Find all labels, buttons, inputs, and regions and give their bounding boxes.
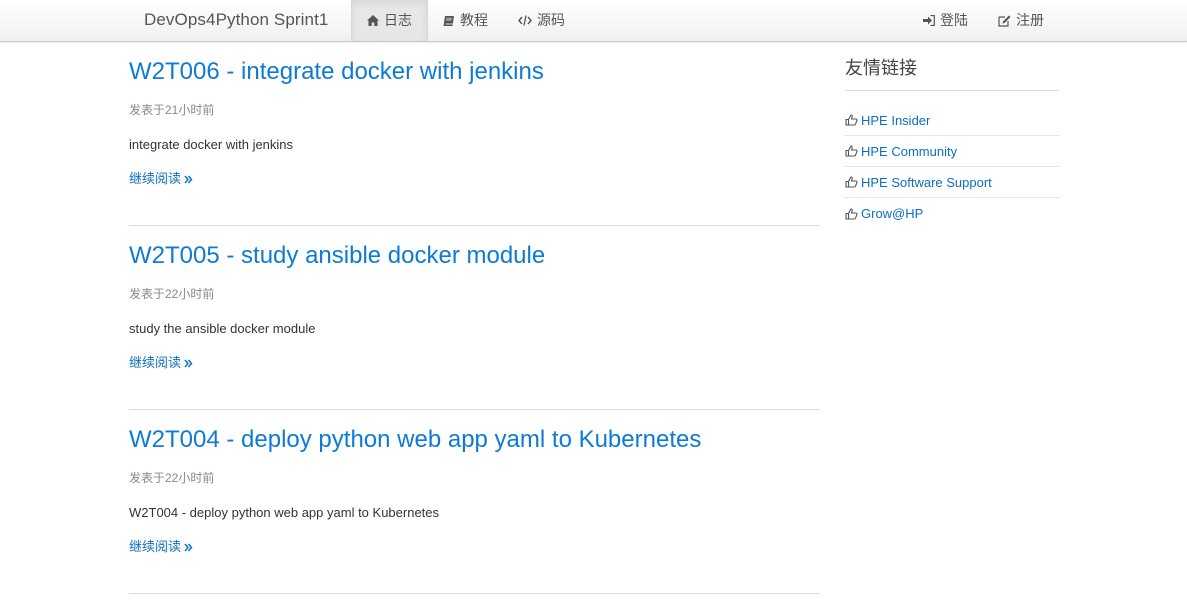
login-label: 登陆: [940, 12, 968, 28]
code-icon: [518, 15, 532, 26]
sign-in-icon: [923, 15, 935, 26]
post-summary: study the ansible docker module: [129, 321, 316, 336]
post-list: W2T006 - integrate docker with jenkins 发…: [129, 42, 820, 594]
thumbs-up-icon: [845, 176, 858, 188]
nav-item-label: 教程: [460, 12, 488, 28]
book-icon: [443, 15, 455, 27]
nav-item-tutorials[interactable]: 教程: [428, 0, 503, 41]
double-chevron-right-icon: [184, 359, 193, 368]
friend-link-grow-hp[interactable]: Grow@HP: [845, 198, 1059, 229]
sidebar-friend-links: 友情链接 HPE Insider HPE Community HPE Softw…: [845, 42, 1059, 229]
thumbs-up-icon: [845, 207, 858, 220]
primary-nav: 日志 教程 源码: [351, 0, 580, 41]
post-summary: integrate docker with jenkins: [129, 137, 294, 152]
friend-link-hpe-community[interactable]: HPE Community: [845, 136, 1059, 167]
home-icon: [367, 15, 379, 26]
friend-link-label: HPE Software Support: [861, 174, 992, 190]
post-timestamp: 发表于22小时前: [129, 471, 215, 485]
nav-item-source[interactable]: 源码: [503, 0, 580, 41]
friend-link-label: HPE Insider: [861, 112, 931, 128]
read-more-label: 继续阅读: [129, 171, 182, 186]
post-item: W2T004 - deploy python web app yaml to K…: [129, 410, 820, 594]
post-title-link[interactable]: W2T005 - study ansible docker module: [129, 240, 545, 272]
double-chevron-right-icon: [184, 543, 193, 552]
post-title-link[interactable]: W2T004 - deploy python web app yaml to K…: [129, 424, 701, 456]
login-link[interactable]: 登陆: [908, 0, 983, 41]
double-chevron-right-icon: [184, 175, 193, 184]
post-timestamp: 发表于21小时前: [129, 103, 215, 117]
friend-link-label: HPE Community: [861, 143, 958, 159]
read-more-link[interactable]: 继续阅读: [129, 539, 193, 555]
post-summary: W2T004 - deploy python web app yaml to K…: [129, 505, 440, 520]
thumbs-up-icon: [845, 114, 858, 126]
post-title-link[interactable]: W2T006 - integrate docker with jenkins: [129, 56, 544, 88]
user-nav: 登陆 注册: [908, 0, 1059, 41]
register-link[interactable]: 注册: [983, 0, 1059, 41]
read-more-label: 继续阅读: [129, 355, 182, 370]
edit-icon: [998, 15, 1011, 27]
friend-link-hpe-software-support[interactable]: HPE Software Support: [845, 167, 1059, 198]
top-navbar: DevOps4Python Sprint1 日志 教程 源码 登陆 注册: [0, 0, 1187, 42]
brand-title[interactable]: DevOps4Python Sprint1: [144, 0, 328, 41]
nav-item-blog[interactable]: 日志: [351, 0, 428, 41]
read-more-link[interactable]: 继续阅读: [129, 171, 193, 187]
post-item: W2T006 - integrate docker with jenkins 发…: [129, 42, 820, 226]
sidebar-title: 友情链接: [845, 42, 1059, 91]
friend-link-label: Grow@HP: [861, 206, 924, 221]
read-more-link[interactable]: 继续阅读: [129, 355, 193, 371]
post-timestamp: 发表于22小时前: [129, 287, 215, 301]
register-label: 注册: [1016, 12, 1044, 28]
friend-link-hpe-insider[interactable]: HPE Insider: [845, 105, 1059, 136]
nav-item-label: 日志: [384, 12, 412, 28]
nav-item-label: 源码: [537, 12, 565, 28]
friend-link-list: HPE Insider HPE Community HPE Software S…: [845, 91, 1059, 229]
thumbs-up-icon: [845, 145, 858, 157]
post-item: W2T005 - study ansible docker module 发表于…: [129, 226, 820, 410]
read-more-label: 继续阅读: [129, 539, 182, 554]
